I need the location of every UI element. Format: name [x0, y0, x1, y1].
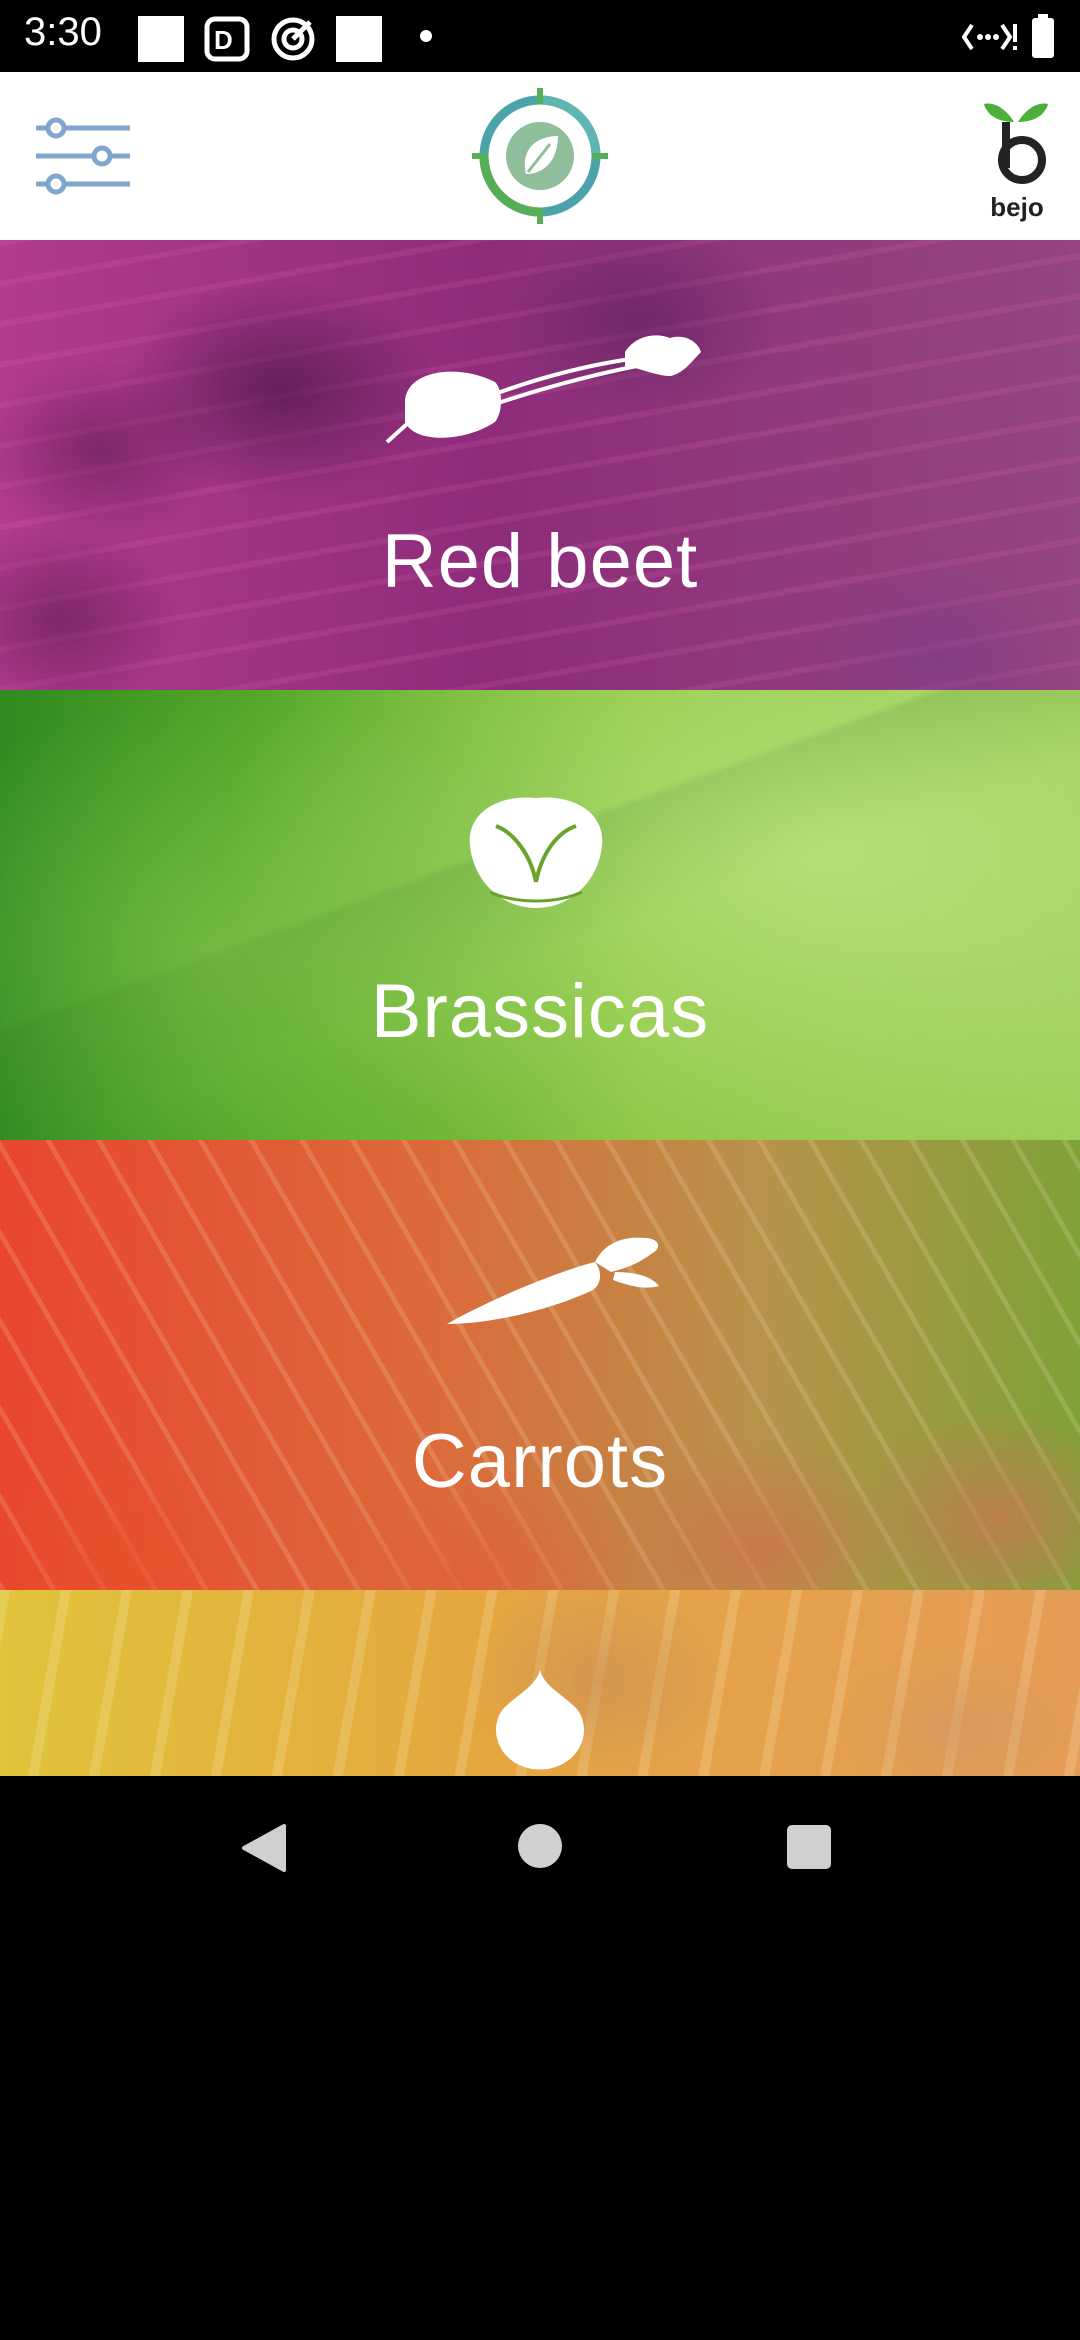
red-beet-background	[0, 240, 1080, 690]
crop-label-red-beet: Red beet	[381, 519, 699, 604]
onion-icon	[496, 1670, 584, 1770]
recents-icon[interactable]	[786, 1824, 832, 1870]
crop-card-red-beet[interactable]: Red beet	[0, 240, 1080, 690]
svg-text:D: D	[214, 25, 233, 55]
cabbage-icon	[469, 797, 603, 908]
d-app-icon: D	[204, 16, 250, 62]
status-time: 3:30	[24, 10, 102, 54]
back-icon[interactable]	[238, 1822, 290, 1874]
crop-label-carrots: Carrots	[411, 1419, 669, 1504]
carrots-background	[0, 1140, 1080, 1590]
status-bar: 3:30 D	[0, 0, 1080, 72]
brassicas-background	[0, 690, 1080, 1140]
crop-label-brassicas: Brassicas	[370, 969, 710, 1054]
app-header: bejo	[0, 72, 1080, 240]
system-nav-bar	[0, 1776, 1080, 1920]
crop-card-onions[interactable]	[0, 1590, 1080, 1776]
more-notifications-dot	[420, 30, 432, 42]
leaf-target-logo	[472, 88, 608, 224]
network-arrows-icon	[962, 23, 1017, 51]
sliders-icon[interactable]	[34, 116, 134, 196]
notification-square-icon	[138, 16, 184, 62]
beet-icon	[385, 335, 701, 444]
carrot-icon	[447, 1237, 659, 1324]
target-icon	[271, 17, 315, 61]
bejo-logo-text: bejo	[990, 192, 1043, 222]
home-icon[interactable]	[516, 1822, 564, 1870]
notification-square-icon-2	[336, 16, 382, 62]
crop-card-carrots[interactable]: Carrots	[0, 1140, 1080, 1590]
bejo-logo[interactable]: bejo	[982, 92, 1052, 222]
battery-icon	[1032, 14, 1054, 58]
crop-list: Red beet Brassicas Carrots	[0, 240, 1080, 1776]
crop-card-brassicas[interactable]: Brassicas	[0, 690, 1080, 1140]
